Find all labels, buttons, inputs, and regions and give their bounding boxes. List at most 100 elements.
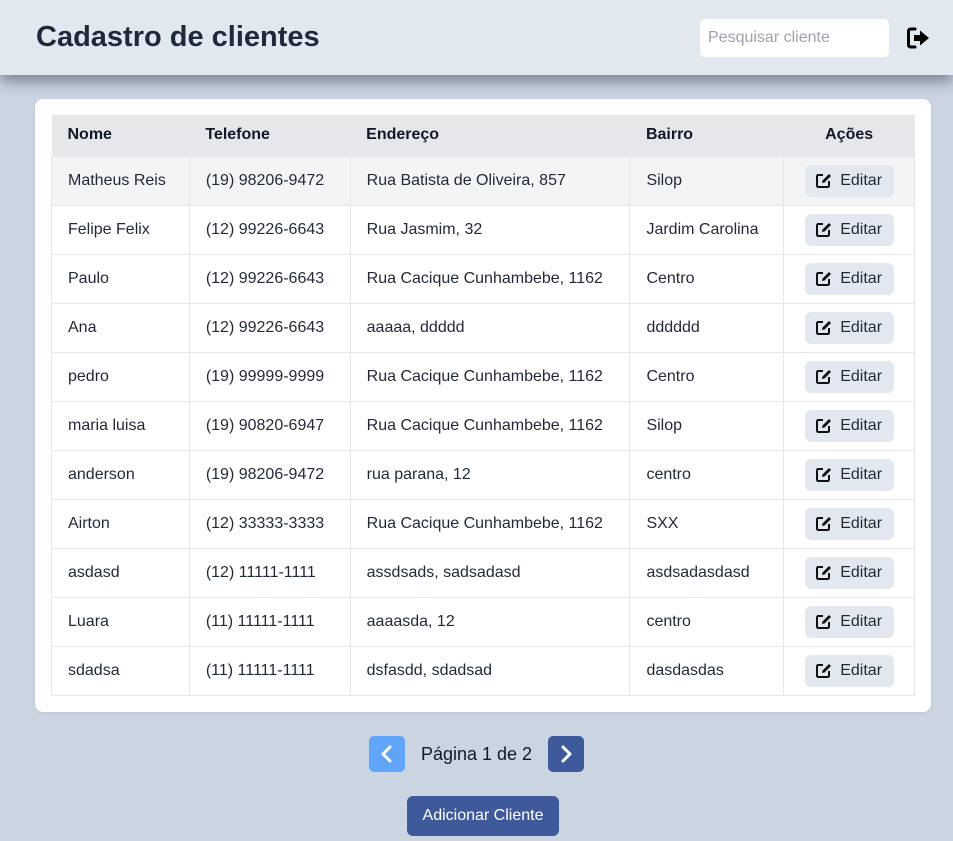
edit-icon [816,272,832,286]
cell-telefone: (12) 99226-6643 [188,302,351,353]
cell-endereco: Rua Cacique Cunhambebe, 1162 [349,351,631,402]
cell-acoes: Editar [783,596,915,647]
cell-endereco: Rua Cacique Cunhambebe, 1162 [349,253,631,304]
edit-button[interactable]: Editar [804,409,894,442]
table-row: Ana (12) 99226-6643 aaaaa, ddddd dddddd Edit… [51,302,915,353]
table-row: anderson (19) 98206-9472 rua parana, 12 cen… [51,449,915,500]
cell-bairro: Jardim Carolina [629,204,785,255]
edit-button-label: Editar [840,514,883,532]
table-row: pedro (19) 99999-9999 Rua Cacique Cunhambe… [51,351,915,402]
cell-telefone: (11) 11111-1111 [188,645,351,696]
header-bar: Cadastro de clientes [0,0,953,75]
cell-nome: maria luisa [51,400,190,451]
search-input[interactable] [699,17,890,58]
edit-icon [816,468,832,482]
clients-card: Nome Telefone Endereço Bairro Ações Math… [35,99,931,712]
cell-endereco: Rua Batista de Oliveira, 857 [349,155,631,206]
cell-acoes: Editar [783,253,915,304]
cell-nome: Matheus Reis [51,155,190,206]
cell-acoes: Editar [783,204,915,255]
chevron-left-icon [381,745,392,763]
sign-out-icon [907,27,929,48]
cell-bairro: asdsadasdasd [629,547,785,598]
cell-nome: Felipe Felix [51,204,190,255]
edit-icon [816,370,832,384]
cell-nome: pedro [51,351,190,402]
cell-endereco: aaaaa, ddddd [349,302,631,353]
edit-button-label: Editar [840,367,883,385]
edit-button-label: Editar [840,171,883,189]
table-header-row: Nome Telefone Endereço Bairro Ações [51,115,915,156]
edit-icon [816,321,832,335]
edit-icon [816,419,832,433]
cell-endereco: rua parana, 12 [349,449,631,500]
clients-table: Nome Telefone Endereço Bairro Ações Math… [51,115,915,696]
edit-icon [816,517,832,531]
edit-button[interactable]: Editar [804,311,894,344]
cell-telefone: (12) 33333-3333 [188,498,351,549]
edit-button-label: Editar [840,318,883,336]
cell-nome: Paulo [51,253,190,304]
edit-button[interactable]: Editar [804,654,894,687]
cell-endereco: Rua Cacique Cunhambebe, 1162 [349,400,631,451]
cell-telefone: (12) 99226-6643 [188,204,351,255]
edit-button[interactable]: Editar [804,605,894,638]
table-row: Matheus Reis (19) 98206-9472 Rua Batista d… [51,155,915,206]
edit-button[interactable]: Editar [804,507,894,540]
cell-bairro: SXX [629,498,785,549]
cell-telefone: (19) 98206-9472 [188,449,351,500]
edit-button[interactable]: Editar [804,213,894,246]
table-row: Airton (12) 33333-3333 Rua Cacique Cunhamb… [51,498,915,549]
cell-telefone: (19) 90820-6947 [188,400,351,451]
cell-nome: Airton [51,498,190,549]
edit-button-label: Editar [840,416,883,434]
page-title: Cadastro de clientes [36,21,320,53]
edit-button-label: Editar [840,465,883,483]
edit-icon [816,664,832,678]
add-client-button[interactable]: Adicionar Cliente [407,796,559,836]
cell-bairro: Silop [629,400,785,451]
cell-endereco: aaaasda, 12 [349,596,631,647]
column-header-telefone: Telefone [189,115,351,156]
cell-nome: Ana [51,302,190,353]
edit-button[interactable]: Editar [804,458,894,491]
cell-acoes: Editar [783,155,915,206]
edit-button[interactable]: Editar [804,556,894,589]
cell-acoes: Editar [783,449,915,500]
edit-button-label: Editar [840,612,883,630]
cell-nome: anderson [51,449,190,500]
cell-endereco: Rua Jasmim, 32 [349,204,631,255]
edit-button-label: Editar [840,269,883,287]
cell-bairro: centro [629,596,785,647]
edit-button-label: Editar [840,661,883,679]
cell-nome: asdasd [51,547,190,598]
cell-endereco: dsfasdd, sdadsad [349,645,631,696]
cell-telefone: (12) 11111-1111 [188,547,351,598]
column-header-bairro: Bairro [629,115,784,156]
cell-bairro: Centro [629,253,785,304]
cell-bairro: dddddd [629,302,785,353]
cell-nome: Luara [51,596,190,647]
table-row: Luara (11) 11111-1111 aaaasda, 12 centro Edi… [51,596,915,647]
cell-telefone: (12) 99226-6643 [188,253,351,304]
cell-acoes: Editar [783,302,915,353]
page-indicator: Página 1 de 2 [420,743,533,764]
edit-icon [816,615,832,629]
cell-telefone: (11) 11111-1111 [188,596,351,647]
logout-button[interactable] [907,26,931,50]
cell-acoes: Editar [783,547,915,598]
edit-button[interactable]: Editar [804,164,894,197]
chevron-right-icon [561,745,572,763]
edit-button[interactable]: Editar [804,360,894,393]
table-row: sdadsa (11) 11111-1111 dsfasdd, sdadsad das… [51,645,915,696]
edit-button[interactable]: Editar [804,262,894,295]
previous-page-button[interactable] [368,736,405,772]
column-header-nome: Nome [51,115,190,156]
cell-endereco: Rua Cacique Cunhambebe, 1162 [349,498,631,549]
table-row: Paulo (12) 99226-6643 Rua Cacique Cunhambe… [51,253,915,304]
next-page-button[interactable] [548,736,585,772]
cell-acoes: Editar [783,351,915,402]
cell-bairro: dasdasdas [629,645,785,696]
cell-telefone: (19) 99999-9999 [188,351,351,402]
table-row: asdasd (12) 11111-1111 assdsads, sadsadasd… [51,547,915,598]
